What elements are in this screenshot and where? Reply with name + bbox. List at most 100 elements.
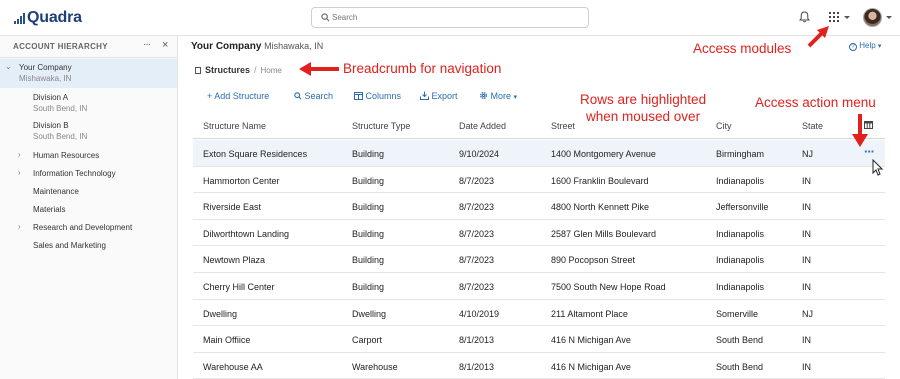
tree-item-materials[interactable]: Materials (33, 205, 65, 214)
tree-item-label: Your Company (19, 63, 72, 72)
cell-structure-name[interactable]: Newtown Plaza (203, 255, 265, 265)
column-header-date-added[interactable]: Date Added (459, 121, 506, 131)
expand-chevron-icon[interactable]: › (18, 222, 21, 231)
breadcrumb-separator: / (254, 65, 257, 75)
cell-structure-type: Warehouse (352, 361, 398, 372)
bell-icon[interactable] (799, 11, 810, 23)
table-row[interactable]: Cherry Hill Center Building 8/7/2023 7500 S… (193, 273, 885, 300)
cell-date-added: 8/7/2023 (459, 282, 495, 292)
table-row[interactable]: Newtown Plaza Building 8/7/2023 890 Pocopso… (193, 246, 885, 273)
cell-structure-name[interactable]: Exton Square Residences (203, 149, 307, 159)
table-header: Structure Name Structure Type Date Added… (193, 113, 885, 139)
structure-icon (195, 67, 201, 74)
company-name: Your Company (191, 41, 262, 52)
help-button[interactable]: ? Help ▾ (849, 41, 881, 51)
company-location: Mishawaka, IN (264, 41, 324, 51)
export-icon (420, 91, 429, 100)
tree-item-label: Division A (33, 93, 69, 102)
table-row[interactable]: Exton Square Residences Building 9/10/2024… (193, 140, 885, 167)
cell-date-added: 8/1/2013 (459, 335, 495, 346)
company-header: Your Company Mishawaka, IN (191, 41, 323, 52)
table-row[interactable]: Riverside East Building 8/7/2023 4800 North… (193, 193, 885, 220)
tree-item-your-company[interactable]: Your Company Mishawaka, IN (19, 63, 72, 83)
column-header-street[interactable]: Street (551, 121, 575, 131)
account-hierarchy-panel: ACCOUNT HIERARCHY ··· × ⌄ Your Company M… (0, 36, 178, 379)
column-header-structure-type[interactable]: Structure Type (352, 121, 410, 131)
table-row[interactable]: Warehouse AA Warehouse 8/1/2013 416 N Michi… (193, 353, 885, 379)
cell-structure-name[interactable]: Main Offiice (203, 335, 250, 345)
collapse-chevron-icon[interactable]: ⌄ (5, 62, 12, 71)
cell-street: 2587 Glen Mills Boulevard (551, 228, 657, 239)
search-icon (321, 13, 330, 22)
tree-item-division-b[interactable]: Division B South Bend, IN (33, 121, 87, 141)
logo-bars-icon (14, 12, 26, 24)
apps-grid-icon[interactable] (829, 12, 839, 22)
cell-date-added: 8/7/2023 (459, 175, 495, 186)
more-button[interactable]: More ▾ (479, 91, 517, 101)
search-input[interactable] (332, 10, 582, 25)
expand-chevron-icon[interactable]: › (18, 168, 21, 177)
cell-date-added: 4/10/2019 (459, 308, 500, 319)
sidebar-close-icon[interactable]: × (162, 39, 168, 51)
cell-street: 1400 Montgomery Avenue (551, 149, 656, 159)
user-avatar[interactable] (863, 8, 882, 27)
cell-date-added: 9/10/2024 (459, 149, 500, 159)
export-button[interactable]: Export (420, 91, 458, 101)
tree-item-sublabel: Mishawaka, IN (19, 74, 72, 83)
expand-chevron-icon[interactable]: › (18, 150, 21, 159)
table-row[interactable]: Main Offiice Carport 8/1/2013 416 N Michiga… (193, 326, 885, 353)
annotation-arrow-action-menu (852, 114, 868, 147)
breadcrumb-home-link[interactable]: Home (261, 66, 282, 75)
tree-item-label: Maintenance (33, 187, 79, 196)
user-chevron-down-icon[interactable] (886, 16, 892, 19)
tree-item-label: Information Technology (33, 169, 116, 178)
tree-item-sales-and-marketing[interactable]: Sales and Marketing (33, 241, 106, 250)
more-button-label: More (490, 91, 512, 101)
cell-structure-name[interactable]: Hammorton Center (203, 176, 280, 186)
tree-item-information-technology[interactable]: Information Technology (33, 169, 116, 178)
global-search[interactable] (311, 7, 589, 28)
cell-date-added: 8/7/2023 (459, 202, 495, 213)
cell-street: 7500 South New Hope Road (551, 282, 666, 292)
cell-state: IN (802, 282, 811, 292)
column-header-structure-name[interactable]: Structure Name (203, 121, 266, 131)
search-button[interactable]: Search (294, 91, 333, 101)
table-row[interactable]: Dwelling Dwelling 4/10/2019 211 Altamont Pl… (193, 300, 885, 327)
cell-state: IN (802, 228, 811, 239)
column-header-city[interactable]: City (716, 121, 732, 131)
tree-item-label: Materials (33, 205, 66, 214)
sidebar-header: ACCOUNT HIERARCHY ··· × (0, 36, 178, 58)
cell-structure-name[interactable]: Dwelling (203, 309, 237, 319)
cell-street: 416 N Michigan Ave (551, 335, 631, 346)
column-header-state[interactable]: State (802, 121, 823, 131)
cell-state: NJ (802, 149, 813, 159)
add-structure-button[interactable]: + Add Structure (207, 91, 269, 101)
columns-icon (354, 92, 363, 100)
annotation-action-menu: Access action menu (755, 95, 876, 110)
tree-item-sublabel: South Bend, IN (33, 132, 88, 141)
cell-structure-name[interactable]: Warehouse AA (203, 362, 263, 372)
tree-item-division-a[interactable]: Division A South Bend, IN (33, 93, 87, 113)
breadcrumb: Structures / Home (195, 65, 282, 75)
columns-button[interactable]: Columns (354, 91, 401, 101)
tree-item-research-and-development[interactable]: Research and Development (33, 223, 132, 232)
cell-structure-name[interactable]: Dilworthtown Landing (203, 229, 289, 239)
tree-item-human-resources[interactable]: Human Resources (33, 151, 99, 160)
table-row[interactable]: Dilworthtown Landing Building 8/7/2023 2587… (193, 220, 885, 247)
cell-structure-type: Building (352, 149, 385, 159)
cell-date-added: 8/7/2023 (459, 228, 495, 239)
cell-structure-type: Building (352, 255, 385, 266)
tree-item-label: Research and Development (33, 223, 133, 232)
sidebar-more-icon[interactable]: ··· (143, 39, 151, 50)
tree-item-label: Human Resources (33, 151, 100, 160)
table-row[interactable]: Hammorton Center Building 8/7/2023 1600 Fra… (193, 167, 885, 194)
tree-item-maintenance[interactable]: Maintenance (33, 187, 79, 196)
cell-structure-type: Building (352, 175, 385, 186)
modules-chevron-down-icon[interactable] (844, 16, 850, 19)
cell-structure-name[interactable]: Cherry Hill Center (203, 282, 275, 292)
cell-city: Indianapolis (716, 255, 765, 266)
columns-button-label: Columns (365, 91, 402, 101)
cell-structure-type: Building (352, 228, 385, 239)
app-logo[interactable]: Quadra (14, 9, 82, 27)
cell-structure-name[interactable]: Riverside East (203, 202, 261, 212)
